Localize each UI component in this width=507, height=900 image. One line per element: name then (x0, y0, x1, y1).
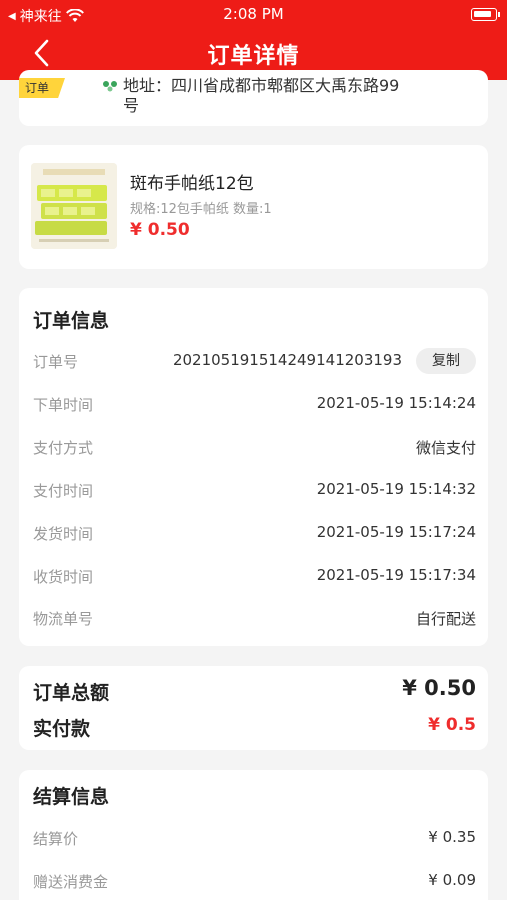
receive-time-row: 收货时间 2021-05-19 15:17:34 (33, 561, 476, 591)
ship-time-label: 发货时间 (33, 525, 94, 543)
receive-time-value: 2021-05-19 15:17:34 (316, 566, 476, 584)
order-number-label: 订单号 (33, 353, 79, 371)
bonus-credit-label: 赠送消费金 (33, 873, 109, 891)
product-image (31, 163, 117, 249)
address-card: 订单 地址：四川省成都市郫都区大禹东路99号 (19, 70, 488, 126)
location-icon (103, 81, 117, 92)
paid-label: 实付款 (33, 718, 91, 740)
payment-method-value: 微信支付 (415, 439, 476, 457)
page-title: 订单详情 (207, 44, 300, 69)
copy-button[interactable]: 复制 (416, 348, 476, 374)
order-time-row: 下单时间 2021-05-19 15:14:24 (33, 389, 476, 419)
receive-time-label: 收货时间 (33, 568, 94, 586)
order-time-value: 2021-05-19 15:14:24 (316, 394, 476, 412)
order-number-row: 订单号 20210519151424914120319​3 复制 (33, 346, 476, 376)
settlement-title: 结算信息 (33, 786, 110, 808)
payment-time-row: 支付时间 2021-05-19 15:14:32 (33, 475, 476, 505)
payment-time-label: 支付时间 (33, 482, 94, 500)
ship-time-value: 2021-05-19 15:17:24 (316, 523, 476, 541)
order-time-label: 下单时间 (33, 396, 94, 414)
order-number-value: 20210519151424914120319​3 (172, 351, 402, 369)
payment-method-label: 支付方式 (33, 439, 94, 457)
total-label: 订单总额 (33, 682, 110, 704)
totals-card: 订单总额 ¥ 0.50 实付款 ¥ 0.5 (19, 666, 488, 750)
status-bar: ◀ 神来往 2:08 PM (0, 0, 507, 28)
payment-time-value: 2021-05-19 15:14:32 (316, 480, 476, 498)
product-card[interactable]: 斑布手帕纸12包 规格:12包手帕纸 数量:1 ¥ 0.50 (19, 145, 488, 269)
paid-value: ¥ 0.5 (428, 715, 476, 735)
bonus-credit-row: 赠送消费金 ¥ 0.09 (33, 866, 476, 896)
total-value: ¥ 0.50 (402, 676, 476, 700)
settlement-price-value: ¥ 0.35 (428, 828, 476, 846)
tracking-number-row: 物流单号 自行配送 (33, 603, 476, 633)
tracking-number-value: 自行配送 (415, 610, 476, 628)
payment-method-row: 支付方式 微信支付 (33, 432, 476, 462)
product-price: ¥ 0.50 (130, 220, 190, 240)
tissue-pack-image (31, 163, 117, 249)
status-time: 2:08 PM (223, 5, 284, 23)
product-spec: 规格:12包手帕纸 数量:1 (130, 202, 272, 217)
ship-time-row: 发货时间 2021-05-19 15:17:24 (33, 518, 476, 548)
address-tag: 订单 (19, 78, 65, 98)
nav-header: ◀ 神来往 2:08 PM 订单详情 (0, 0, 507, 80)
settlement-card: 结算信息 结算价 ¥ 0.35 赠送消费金 ¥ 0.09 (19, 770, 488, 900)
product-name: 斑布手帕纸12包 (130, 174, 254, 194)
address-text: 地址：四川省成都市郫都区大禹东路99号 (123, 76, 400, 115)
settlement-price-label: 结算价 (33, 830, 79, 848)
battery-icon (471, 8, 500, 21)
order-info-title: 订单信息 (33, 310, 110, 332)
bonus-credit-value: ¥ 0.09 (428, 871, 476, 889)
settlement-price-row: 结算价 ¥ 0.35 (33, 823, 476, 853)
tracking-number-label: 物流单号 (33, 610, 94, 628)
order-info-card: 订单信息 订单号 20210519151424914120319​3 复制 下单… (19, 288, 488, 646)
